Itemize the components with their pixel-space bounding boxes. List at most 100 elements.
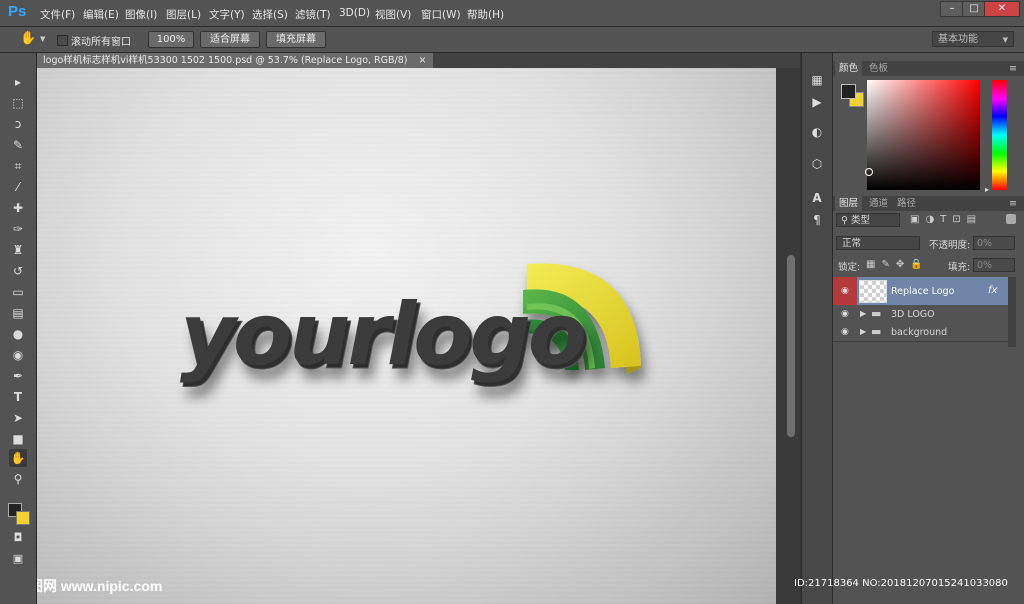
hue-slider-marker[interactable]: ▸ xyxy=(985,185,989,194)
menu-layer[interactable]: 图层(L) xyxy=(166,7,201,22)
options-bar: ✋ ▼ 滚动所有窗口 100% 适合屏幕 填充屏幕 基本功能 ▼ xyxy=(0,27,1024,53)
layer-row-background[interactable]: ◉ ▶ ▬ background xyxy=(833,323,1008,342)
hue-slider[interactable] xyxy=(992,80,1007,190)
tools-panel: ▸ ⬚ ↄ ✎ ⌗ ⁄ ✚ ✑ ♜ ↺ ▭ ▤ ● ◉ ✒ T ➤ ■ ✋ ⚲ … xyxy=(0,53,37,604)
layer-filter-select[interactable]: ⚲ 类型 xyxy=(836,213,900,227)
history-brush-icon[interactable]: ↺ xyxy=(9,262,27,280)
folder-icon: ▬ xyxy=(871,325,882,338)
fit-screen-button[interactable]: 适合屏幕 xyxy=(200,31,260,48)
hand-tool-icon[interactable]: ✋ xyxy=(9,449,27,467)
layer-name[interactable]: 3D LOGO xyxy=(891,309,935,320)
scrollbar-thumb[interactable] xyxy=(787,255,795,437)
fill-screen-button[interactable]: 填充屏幕 xyxy=(266,31,326,48)
layer-thumbnail xyxy=(859,280,887,303)
expand-arrow-icon[interactable]: ▶ xyxy=(860,309,866,318)
workspace-select[interactable]: 基本功能 ▼ xyxy=(932,31,1014,47)
logo-mockup: yourlogo yourlogo xyxy=(180,263,641,390)
document-tab[interactable]: logo样机标志样机vi样机53300 1502 1500.psd @ 53.7… xyxy=(37,53,433,68)
layer-name[interactable]: background xyxy=(891,327,947,338)
move-tool-icon[interactable]: ▸ xyxy=(9,73,27,91)
layer-row-3d-logo[interactable]: ◉ ▶ ▬ 3D LOGO xyxy=(833,305,1008,324)
path-select-icon[interactable]: ➤ xyxy=(9,409,27,427)
panel-menu-icon[interactable]: ≡ xyxy=(1005,61,1021,76)
fill-input[interactable]: 0% xyxy=(973,258,1015,272)
menu-edit[interactable]: 编辑(E) xyxy=(83,7,119,22)
shape-tool-icon[interactable]: ■ xyxy=(9,430,27,448)
quick-select-tool-icon[interactable]: ✎ xyxy=(9,136,27,154)
layer-name[interactable]: Replace Logo xyxy=(891,286,954,297)
opacity-input[interactable]: 0% xyxy=(973,236,1015,250)
menu-file[interactable]: 文件(F) xyxy=(40,7,75,22)
menu-filter[interactable]: 滤镜(T) xyxy=(295,7,331,22)
blur-tool-icon[interactable]: ● xyxy=(9,325,27,343)
tab-paths[interactable]: 路径 xyxy=(893,196,920,211)
minimize-button[interactable]: – xyxy=(940,1,964,17)
fx-icon[interactable]: fx xyxy=(988,285,997,296)
chevron-down-icon[interactable]: ▼ xyxy=(40,35,45,43)
color-picker-field[interactable] xyxy=(867,80,980,190)
zoom-100-button[interactable]: 100% xyxy=(148,31,194,48)
brush-tool-icon[interactable]: ✑ xyxy=(9,220,27,238)
3d-panel-icon[interactable]: ⬡ xyxy=(810,157,824,171)
marquee-tool-icon[interactable]: ⬚ xyxy=(9,94,27,112)
type-tool-icon[interactable]: T xyxy=(9,388,27,406)
dodge-tool-icon[interactable]: ◉ xyxy=(9,346,27,364)
tab-channels[interactable]: 通道 xyxy=(865,196,892,211)
tab-layers[interactable]: 图层 xyxy=(835,196,863,211)
workspace-label: 基本功能 xyxy=(938,34,978,45)
menu-view[interactable]: 视图(V) xyxy=(375,7,411,22)
tab-swatches[interactable]: 色板 xyxy=(865,61,892,76)
eye-icon[interactable]: ◉ xyxy=(841,309,849,319)
actions-play-icon[interactable]: ▶ xyxy=(810,95,824,109)
paragraph-panel-icon[interactable]: ¶ xyxy=(810,213,824,227)
hand-tool-preset-icon[interactable]: ✋ xyxy=(20,31,36,46)
document-canvas[interactable]: yourlogo yourlogo 昵图网 www.nipic.com xyxy=(37,68,776,604)
color-picker-marker[interactable] xyxy=(865,168,873,176)
menu-type[interactable]: 文字(Y) xyxy=(209,7,245,22)
eye-icon[interactable]: ◉ xyxy=(841,327,849,337)
crop-tool-icon[interactable]: ⌗ xyxy=(9,157,27,175)
blend-mode-label: 正常 xyxy=(842,238,862,249)
menu-bar: Ps 文件(F) 编辑(E) 图像(I) 图层(L) 文字(Y) 选择(S) 滤… xyxy=(0,0,1024,27)
lasso-tool-icon[interactable]: ↄ xyxy=(9,115,27,133)
filter-toggle-icon[interactable] xyxy=(1006,214,1016,224)
tab-close-icon[interactable]: × xyxy=(419,55,427,66)
menu-help[interactable]: 帮助(H) xyxy=(467,7,504,22)
expand-arrow-icon[interactable]: ▶ xyxy=(860,327,866,336)
gradient-tool-icon[interactable]: ▤ xyxy=(9,304,27,322)
zoom-tool-icon[interactable]: ⚲ xyxy=(9,470,27,488)
fill-label: 填充: xyxy=(948,262,971,273)
panel-foreground-swatch[interactable] xyxy=(841,84,856,99)
eyedropper-tool-icon[interactable]: ⁄ xyxy=(9,178,27,196)
menu-select[interactable]: 选择(S) xyxy=(252,7,288,22)
close-button[interactable]: ✕ xyxy=(984,1,1020,17)
maximize-button[interactable]: □ xyxy=(962,1,986,17)
character-panel-icon[interactable]: A xyxy=(810,191,824,205)
background-color-swatch[interactable] xyxy=(16,511,30,525)
blend-mode-select[interactable]: 正常 xyxy=(836,236,920,250)
layer-filter-icons[interactable]: ▣◑T⊡▤ xyxy=(910,214,982,225)
document-tab-title: logo样机标志样机vi样机53300 1502 1500.psd @ 53.7… xyxy=(43,55,408,66)
menu-image[interactable]: 图像(I) xyxy=(125,7,157,22)
logo-text-face: yourlogo xyxy=(180,285,584,385)
history-panel-icon[interactable]: ▦ xyxy=(810,73,824,87)
screen-mode-icon[interactable]: ▣ xyxy=(9,550,27,568)
healing-brush-icon[interactable]: ✚ xyxy=(9,199,27,217)
eraser-tool-icon[interactable]: ▭ xyxy=(9,283,27,301)
layers-scrollbar[interactable] xyxy=(1008,277,1016,347)
layers-panel-tabs: 图层 通道 路径 ≡ xyxy=(833,196,1024,211)
scroll-all-checkbox[interactable] xyxy=(57,35,68,46)
adjustments-icon[interactable]: ◐ xyxy=(810,125,824,139)
panel-dock: ▦ ▶ ◐ ⬡ A ¶ xyxy=(801,53,832,604)
lock-icons[interactable]: ▦✎✥🔒 xyxy=(866,259,929,270)
quick-mask-icon[interactable]: ◘ xyxy=(9,529,27,547)
eye-icon[interactable]: ◉ xyxy=(841,286,849,296)
pen-tool-icon[interactable]: ✒ xyxy=(9,367,27,385)
tab-color[interactable]: 颜色 xyxy=(835,61,863,76)
menu-3d[interactable]: 3D(D) xyxy=(339,7,370,19)
menu-window[interactable]: 窗口(W) xyxy=(421,7,461,22)
panel-menu-icon[interactable]: ≡ xyxy=(1005,196,1021,211)
photoshop-logo: Ps xyxy=(8,3,27,20)
layer-row-replace-logo[interactable]: ◉ Replace Logo fx xyxy=(833,277,1008,306)
clone-stamp-icon[interactable]: ♜ xyxy=(9,241,27,259)
